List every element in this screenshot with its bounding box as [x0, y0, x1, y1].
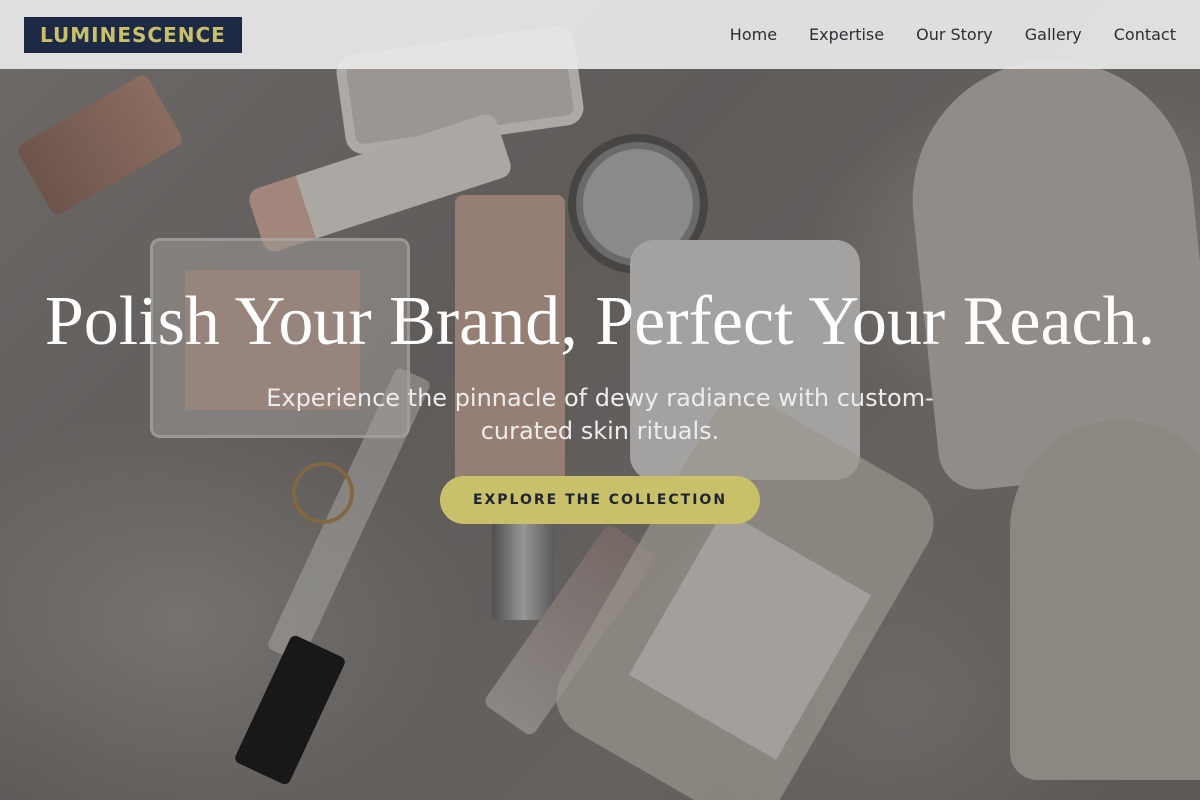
brand-logo[interactable]: LUMINESCENCE: [24, 16, 242, 53]
hero-section: Polish Your Brand, Perfect Your Reach. E…: [0, 69, 1200, 800]
nav-our-story[interactable]: Our Story: [916, 25, 993, 44]
nav-gallery[interactable]: Gallery: [1025, 25, 1082, 44]
nav-home[interactable]: Home: [730, 25, 777, 44]
nav-expertise[interactable]: Expertise: [809, 25, 884, 44]
hero-title: Polish Your Brand, Perfect Your Reach.: [44, 283, 1156, 360]
explore-collection-button[interactable]: EXPLORE THE COLLECTION: [440, 476, 760, 524]
site-header: LUMINESCENCE Home Expertise Our Story Ga…: [0, 0, 1200, 69]
nav-contact[interactable]: Contact: [1114, 25, 1176, 44]
main-nav: Home Expertise Our Story Gallery Contact: [730, 25, 1176, 44]
hero-subtitle: Experience the pinnacle of dewy radiance…: [266, 384, 934, 445]
